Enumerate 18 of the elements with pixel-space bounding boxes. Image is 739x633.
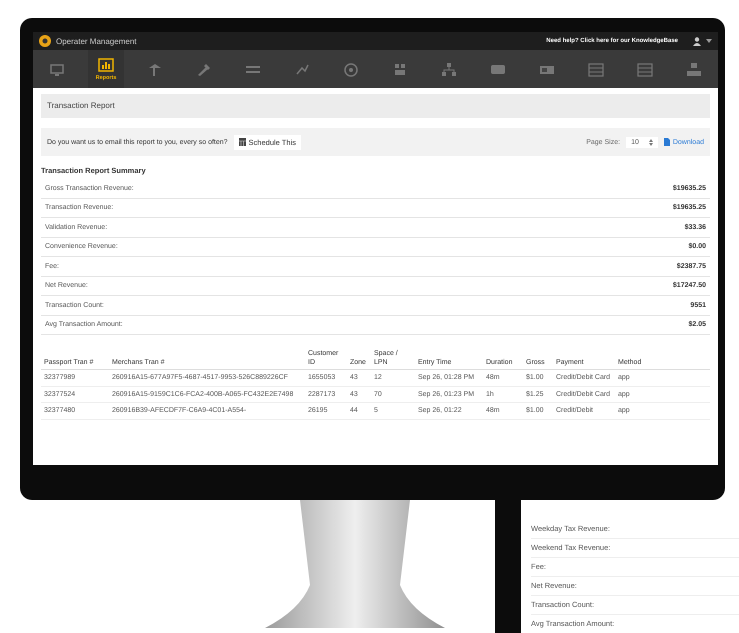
nav-icon: [637, 62, 653, 76]
nav-icon: [441, 62, 457, 76]
nav-icon: [588, 62, 604, 76]
nav-icon: [49, 62, 65, 76]
nav-icon: [686, 62, 702, 76]
calendar-icon: [238, 138, 246, 146]
user-icon: [693, 36, 701, 46]
nav-icon: [196, 62, 212, 76]
nav-icon: [392, 62, 408, 76]
logo-icon: [39, 35, 51, 47]
updown-icon: [648, 138, 653, 146]
caret-icon: [706, 39, 712, 43]
app-title: Operater Management: [56, 36, 136, 46]
nav-icon: [343, 62, 359, 76]
page-title: Transaction Report: [41, 94, 710, 118]
nav-icon: [147, 62, 163, 76]
nav-icon: [98, 58, 114, 72]
file-icon: [664, 138, 670, 146]
